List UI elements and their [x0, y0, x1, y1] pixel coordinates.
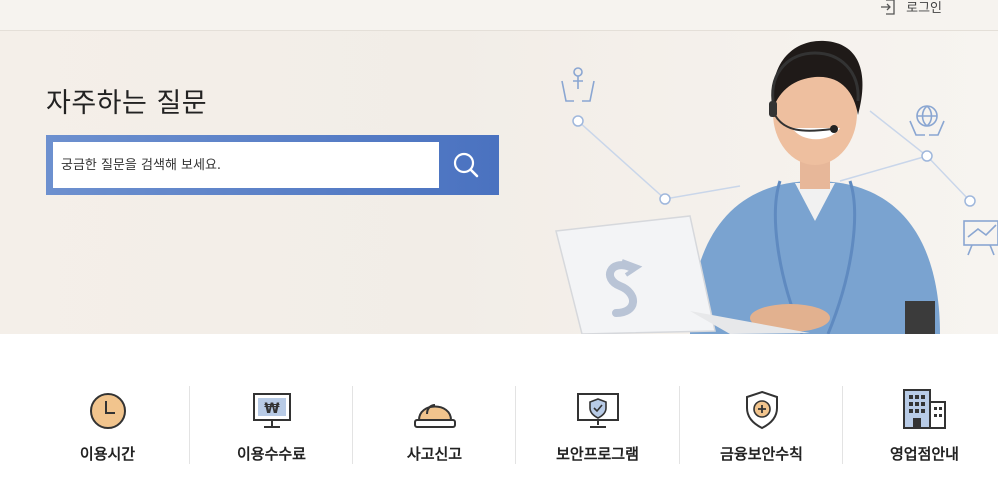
people-hands-icon — [561, 67, 595, 102]
search-button[interactable] — [439, 142, 492, 188]
quick-item-security-rules[interactable]: 금융보안수칙 — [680, 386, 843, 464]
globe-hands-icon — [909, 105, 945, 136]
search-icon — [453, 152, 478, 178]
quick-item-label: 영업점안내 — [889, 445, 959, 463]
faq-hero: 자주하는 질문 — [0, 31, 998, 334]
faq-search-bar — [46, 135, 499, 195]
shield-plus-icon — [745, 390, 778, 430]
presentation-board-icon — [963, 220, 998, 256]
quick-item-label: 이용시간 — [79, 445, 136, 463]
quick-item-label: 이용수수료 — [236, 445, 306, 463]
svg-text:₩: ₩ — [264, 401, 280, 417]
clock-icon — [89, 393, 126, 429]
quick-item-branch-info[interactable]: 영업점안내 — [843, 386, 998, 464]
quick-item-fees[interactable]: ₩ 이용수수료 — [190, 386, 353, 464]
hero-illustration — [555, 40, 998, 334]
top-bar: 로그인 — [0, 0, 998, 31]
security-monitor-icon — [576, 393, 619, 428]
building-icon — [902, 389, 946, 429]
login-label: 로그인 — [906, 1, 942, 16]
faq-search-input[interactable] — [53, 142, 439, 188]
quick-item-security-program[interactable]: 보안프로그램 — [516, 386, 679, 464]
quick-menu: 이용시간 ₩ 이용수수료 사고신고 보안프로그램 금융보안수칙 영업점안내 — [0, 334, 998, 493]
alarm-bell-icon — [413, 404, 456, 428]
page-title: 자주하는 질문 — [46, 88, 208, 119]
quick-item-incident-report[interactable]: 사고신고 — [353, 386, 516, 464]
quick-item-label: 사고신고 — [406, 445, 463, 463]
quick-item-hours[interactable]: 이용시간 — [26, 386, 189, 464]
quick-item-label: 보안프로그램 — [556, 445, 639, 463]
login-link[interactable]: 로그인 — [880, 0, 942, 16]
login-icon — [881, 0, 895, 15]
quick-item-label: 금융보안수칙 — [720, 445, 803, 463]
won-monitor-icon: ₩ — [252, 393, 291, 428]
